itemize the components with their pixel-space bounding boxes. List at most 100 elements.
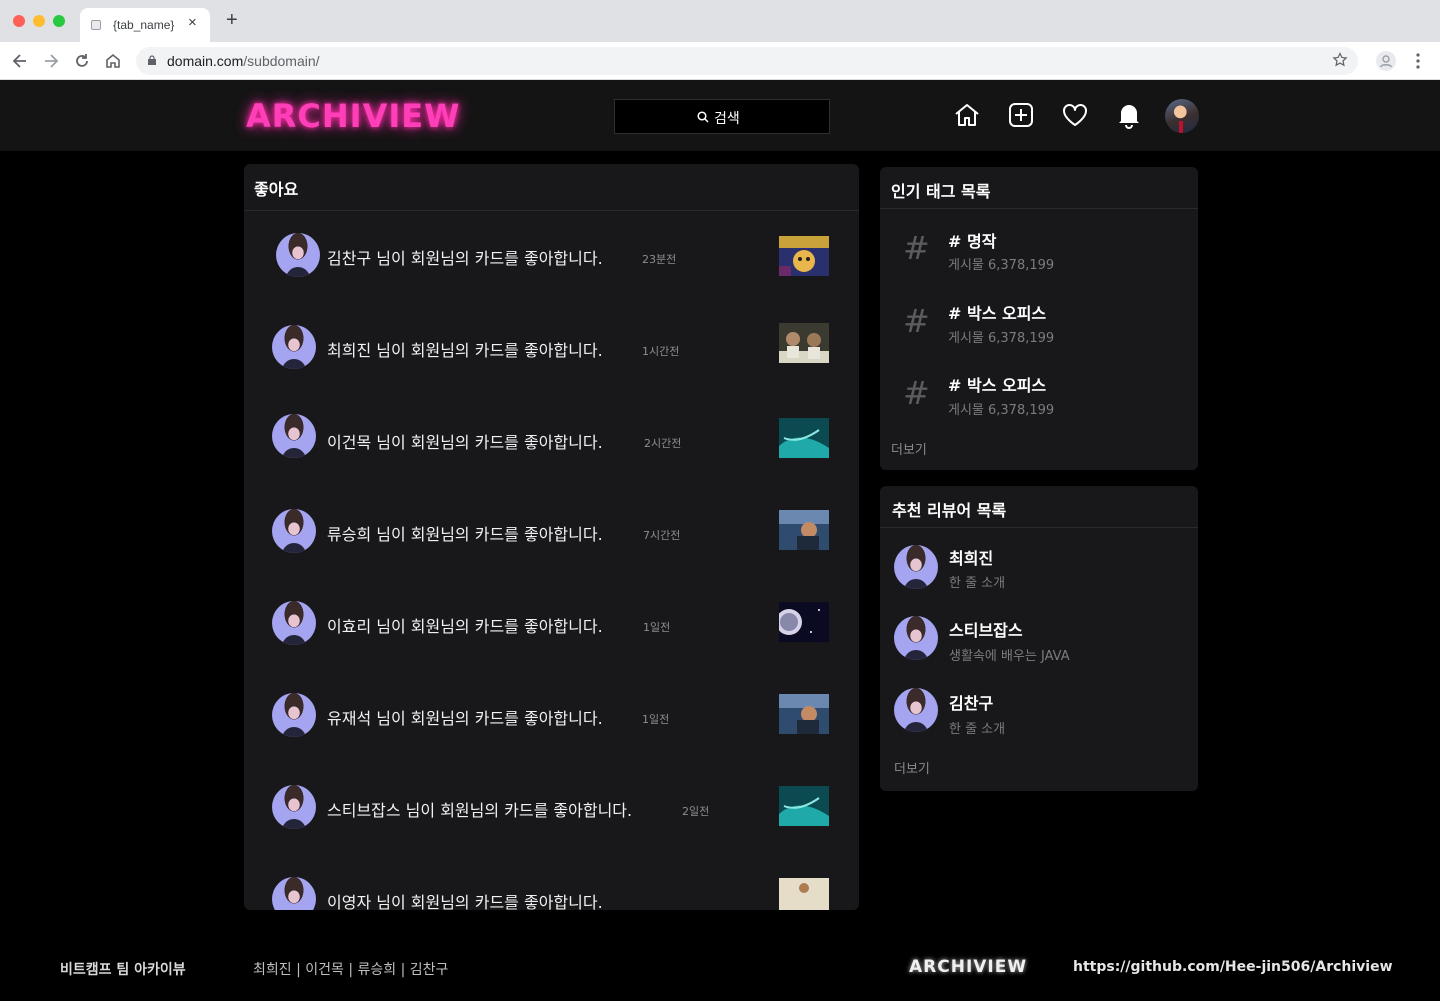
reviewers-more-link[interactable]: 더보기 bbox=[894, 758, 930, 777]
hash-icon: # bbox=[903, 374, 930, 412]
card-thumbnail[interactable] bbox=[779, 510, 829, 550]
reviewers-title: 추천 리뷰어 목록 bbox=[892, 501, 1007, 520]
browser-toolbar: domain.com/subdomain/ bbox=[0, 42, 1440, 80]
tag-post-count: 게시물 6,378,199 bbox=[948, 258, 1055, 273]
url-text: domain.com/subdomain/ bbox=[167, 53, 320, 69]
tag-name[interactable]: # 박스 오피스 bbox=[948, 300, 1046, 324]
like-time: 1일전 bbox=[643, 621, 671, 634]
tag-post-count: 게시물 6,378,199 bbox=[948, 331, 1055, 346]
like-item[interactable]: 이건목 님이 회원님의 카드를 좋아합니다. 2시간전 bbox=[244, 409, 859, 469]
search-box[interactable]: 검색 bbox=[614, 99, 830, 134]
like-time: 23분전 bbox=[642, 253, 677, 266]
bell-icon[interactable] bbox=[1115, 101, 1143, 129]
heart-icon[interactable] bbox=[1061, 101, 1089, 129]
card-thumbnail[interactable] bbox=[779, 418, 829, 458]
browser-menu-icon[interactable] bbox=[1410, 51, 1426, 71]
tag-post-count: 게시물 6,378,199 bbox=[948, 403, 1055, 418]
footer-team-name: 비트캠프 팀 아카이뷰 bbox=[60, 962, 186, 978]
close-window-button[interactable] bbox=[13, 15, 25, 27]
user-avatar[interactable] bbox=[272, 877, 316, 910]
like-text: 류승희 님이 회원님의 카드를 좋아합니다. bbox=[327, 525, 603, 544]
reviewer-avatar[interactable] bbox=[894, 688, 938, 732]
bookmark-star-icon[interactable] bbox=[1332, 52, 1348, 68]
card-thumbnail[interactable] bbox=[779, 878, 829, 910]
favicon-icon bbox=[91, 20, 101, 30]
github-link[interactable]: https://github.com/Hee-jin506/Archiview bbox=[1073, 959, 1393, 975]
card-thumbnail[interactable] bbox=[779, 602, 829, 642]
reviewer-name[interactable]: 스티브잡스 bbox=[949, 617, 1023, 641]
like-item[interactable]: 류승희 님이 회원님의 카드를 좋아합니다. 7시간전 bbox=[244, 501, 859, 561]
footer-logo: ARCHIVIEW bbox=[909, 957, 1028, 977]
tags-more-link[interactable]: 더보기 bbox=[891, 439, 927, 458]
reviewer-bio: 한 줄 소개 bbox=[949, 722, 1006, 737]
card-thumbnail[interactable] bbox=[779, 236, 829, 276]
like-item[interactable]: 스티브잡스 님이 회원님의 카드를 좋아합니다. 2일전 bbox=[244, 777, 859, 837]
footer-members: 최희진 | 이건목 | 류승희 | 김찬구 bbox=[253, 962, 449, 978]
profile-avatar[interactable] bbox=[1165, 99, 1199, 133]
like-text: 이건목 님이 회원님의 카드를 좋아합니다. bbox=[327, 433, 603, 452]
reload-icon[interactable] bbox=[72, 51, 92, 71]
tab-close-icon[interactable]: × bbox=[188, 14, 197, 31]
add-icon[interactable] bbox=[1007, 101, 1035, 129]
like-time: 7시간전 bbox=[643, 529, 681, 542]
archiview-logo[interactable]: ARCHIVIEW bbox=[246, 97, 460, 135]
new-tab-button[interactable]: + bbox=[226, 10, 238, 30]
like-item[interactable]: 유재석 님이 회원님의 카드를 좋아합니다. 1일전 bbox=[244, 685, 859, 745]
home-page-icon[interactable] bbox=[103, 51, 123, 71]
hash-icon: # bbox=[903, 302, 930, 340]
forward-icon[interactable] bbox=[41, 51, 61, 71]
like-text: 이영자 님이 회원님의 카드를 좋아합니다. bbox=[327, 893, 603, 910]
tab-title: {tab_name} bbox=[113, 18, 175, 32]
like-item[interactable]: 김찬구 님이 회원님의 카드를 좋아합니다. 23분전 bbox=[244, 225, 859, 285]
popular-tags-title: 인기 태그 목록 bbox=[891, 182, 991, 201]
like-time: 2일전 bbox=[682, 805, 710, 818]
like-text: 유재석 님이 회원님의 카드를 좋아합니다. bbox=[327, 709, 603, 728]
reviewer-avatar[interactable] bbox=[894, 545, 938, 589]
card-thumbnail[interactable] bbox=[779, 786, 829, 826]
browser-profile-icon[interactable] bbox=[1376, 51, 1396, 71]
maximize-window-button[interactable] bbox=[53, 15, 65, 27]
likes-panel: 좋아요 김찬구 님이 회원님의 카드를 좋아합니다. 23분전 최희진 님이 회… bbox=[244, 164, 859, 910]
search-icon bbox=[697, 111, 709, 123]
search-placeholder: 검색 bbox=[714, 111, 740, 127]
like-text: 스티브잡스 님이 회원님의 카드를 좋아합니다. bbox=[327, 801, 633, 820]
like-time: 1시간전 bbox=[642, 345, 680, 358]
lock-icon bbox=[148, 55, 156, 65]
reviewer-avatar[interactable] bbox=[894, 616, 938, 660]
card-thumbnail[interactable] bbox=[779, 323, 829, 363]
like-text: 김찬구 님이 회원님의 카드를 좋아합니다. bbox=[327, 249, 603, 268]
user-avatar[interactable] bbox=[272, 785, 316, 829]
user-avatar[interactable] bbox=[276, 233, 320, 277]
like-item[interactable]: 이효리 님이 회원님의 카드를 좋아합니다. 1일전 bbox=[244, 593, 859, 653]
user-avatar[interactable] bbox=[272, 693, 316, 737]
reviewer-bio: 생활속에 배우는 JAVA bbox=[949, 649, 1070, 664]
app-header: ARCHIVIEW 검색 bbox=[0, 80, 1440, 151]
user-avatar[interactable] bbox=[272, 325, 316, 369]
minimize-window-button[interactable] bbox=[33, 15, 45, 27]
browser-titlebar: {tab_name} × + bbox=[0, 0, 1440, 42]
user-avatar[interactable] bbox=[272, 601, 316, 645]
tag-name[interactable]: # 명작 bbox=[948, 228, 996, 252]
divider bbox=[880, 208, 1198, 209]
divider bbox=[880, 527, 1198, 528]
browser-tab[interactable]: {tab_name} × bbox=[80, 8, 210, 42]
hash-icon: # bbox=[903, 229, 930, 267]
user-avatar[interactable] bbox=[272, 509, 316, 553]
like-item[interactable]: 최희진 님이 회원님의 카드를 좋아합니다. 1시간전 bbox=[244, 317, 859, 377]
card-thumbnail[interactable] bbox=[779, 694, 829, 734]
like-time: 2시간전 bbox=[644, 437, 682, 450]
like-item[interactable]: 이영자 님이 회원님의 카드를 좋아합니다. bbox=[244, 869, 859, 910]
home-icon[interactable] bbox=[953, 101, 981, 129]
divider bbox=[244, 210, 859, 211]
address-bar[interactable]: domain.com/subdomain/ bbox=[136, 47, 1358, 75]
reviewer-bio: 한 줄 소개 bbox=[949, 576, 1006, 591]
user-avatar[interactable] bbox=[272, 414, 316, 458]
reviewer-name[interactable]: 최희진 bbox=[949, 545, 993, 569]
like-text: 이효리 님이 회원님의 카드를 좋아합니다. bbox=[327, 617, 603, 636]
likes-title: 좋아요 bbox=[254, 180, 299, 199]
like-text: 최희진 님이 회원님의 카드를 좋아합니다. bbox=[327, 341, 603, 360]
reviewer-name[interactable]: 김찬구 bbox=[949, 690, 993, 714]
back-icon[interactable] bbox=[10, 51, 30, 71]
recommended-reviewers-panel: 추천 리뷰어 목록 최희진 한 줄 소개 스티브잡스 생활속에 배우는 JAVA… bbox=[880, 486, 1198, 791]
tag-name[interactable]: # 박스 오피스 bbox=[948, 372, 1046, 396]
